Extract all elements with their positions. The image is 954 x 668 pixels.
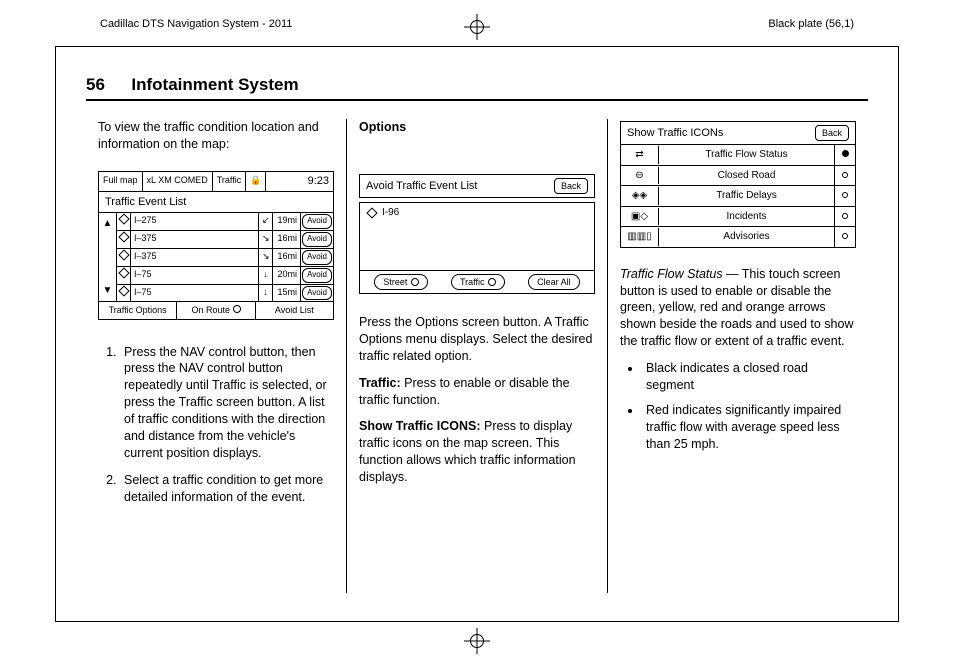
fig-traffic-event-list: Full map xL XM COMED Traffic 🔒 9:23 Traf… [98,171,334,320]
fig1-avoid: Avoid [302,214,332,229]
fig2-clearall: Clear All [528,274,580,290]
fig1-road: I–75 [131,285,259,302]
fig1-row: I–275 ↙ 19mi Avoid [117,213,333,231]
fig1-topbar-station: xL XM COMED [143,172,213,191]
diamond-icon [118,232,129,243]
fig1-avoid: Avoid [302,250,332,265]
radio-off-icon [842,213,848,219]
fig1-row: I–375 ↘ 16mi Avoid [117,231,333,249]
options-p2: Traffic: Press to enable or disable the … [359,375,595,409]
radio-on-icon [842,150,849,157]
fig1-bot-traffic-options: Traffic Options [99,302,177,318]
fig1-dist: 15mi [273,285,301,302]
fig1-row: I–75 ↓ 20mi Avoid [117,267,333,285]
diamond-icon [118,285,129,296]
options-p1: Press the Options screen button. A Traff… [359,314,595,365]
advisories-icon: ▥▥▯ [621,228,659,246]
incidents-icon: ▣◇ [621,208,659,226]
radio-icon [411,278,419,286]
fig1-dist: 16mi [273,249,301,266]
fig1-avoid: Avoid [302,232,332,247]
fig1-road: I–275 [131,213,259,230]
diamond-icon [366,207,377,218]
fig3-row: ▣◇ Incidents [621,207,855,228]
registration-mark-top [464,14,490,40]
column-1: To view the traffic condition location a… [86,119,346,593]
fig2-item: I-96 [382,206,399,220]
options-p3: Show Traffic ICONS: Press to display tra… [359,418,595,486]
fig3-label: Closed Road [659,166,835,186]
fig1-road: I–375 [131,249,259,266]
fig1-scroll-arrows: ▲▼ [99,213,117,301]
traffic-delays-icon: ◈◈ [621,187,659,205]
fig1-dist: 20mi [273,267,301,284]
bullet-red: Red indicates significantly impaired tra… [642,402,856,453]
fig1-road: I–75 [131,267,259,284]
column-3: Show Traffic ICONs Back ⇄ Traffic Flow S… [608,119,868,593]
radio-icon [488,278,496,286]
fig1-dist: 16mi [273,231,301,248]
radio-icon [233,305,241,313]
fig1-bot-avoidlist: Avoid List [256,302,333,318]
page-frame: 56 Infotainment System To view the traff… [55,46,899,622]
step-2: Select a traffic condition to get more d… [120,472,334,506]
tfs-paragraph: Traffic Flow Status — This touch screen … [620,266,856,350]
radio-off-icon [842,192,848,198]
fig3-row: ⊖ Closed Road [621,166,855,187]
fig-avoid-list: Avoid Traffic Event List Back I-96 Stree… [359,174,595,294]
fig1-title: Traffic Event List [99,192,333,214]
fig1-dist: 19mi [273,213,301,230]
diamond-icon [118,214,129,225]
step-1: Press the NAV control button, then press… [120,344,334,462]
intro-text: To view the traffic condition location a… [98,119,334,153]
fig3-label: Traffic Delays [659,186,835,206]
closed-road-icon: ⊖ [621,167,659,185]
fig1-avoid: Avoid [302,286,332,301]
fig3-row: ◈◈ Traffic Delays [621,186,855,207]
fig3-label: Advisories [659,227,835,247]
fig3-label: Incidents [659,207,835,227]
fig1-bot-onroute: On Route [191,305,230,315]
fig1-clock: 9:23 [266,172,333,191]
chapter-title: Infotainment System [131,75,298,94]
page-number: 56 [86,75,105,94]
fig2-street: Street [383,276,407,288]
plate-info: Black plate (56,1) [768,18,854,30]
fig1-row: I–75 ↓ 15mi Avoid [117,285,333,302]
fig3-row: ⇄ Traffic Flow Status [621,145,855,166]
radio-off-icon [842,172,848,178]
fig3-back-button: Back [815,125,849,141]
fig1-topbar-fullmap: Full map [99,172,143,191]
arrows-icon: ⇄ [621,146,659,164]
fig1-topbar-traffic: Traffic [213,172,247,191]
fig2-back-button: Back [554,178,588,194]
diamond-icon [118,249,129,260]
diamond-icon [118,267,129,278]
fig3-label: Traffic Flow Status [659,145,835,165]
fig-show-traffic-icons: Show Traffic ICONs Back ⇄ Traffic Flow S… [620,121,856,248]
bullet-black: Black indicates a closed road segment [642,360,856,394]
page-header: 56 Infotainment System [86,75,868,101]
radio-off-icon [842,233,848,239]
doc-title: Cadillac DTS Navigation System - 2011 [100,18,292,30]
registration-mark-bottom [464,628,490,654]
fig3-row: ▥▥▯ Advisories [621,227,855,247]
fig1-road: I–375 [131,231,259,248]
fig2-traffic: Traffic [460,276,485,288]
column-2: Options Avoid Traffic Event List Back I-… [346,119,608,593]
fig2-title: Avoid Traffic Event List [366,179,477,194]
fig1-avoid: Avoid [302,268,332,283]
fig3-title: Show Traffic ICONs [627,126,723,141]
fig1-row: I–375 ↘ 16mi Avoid [117,249,333,267]
options-heading: Options [359,119,595,136]
